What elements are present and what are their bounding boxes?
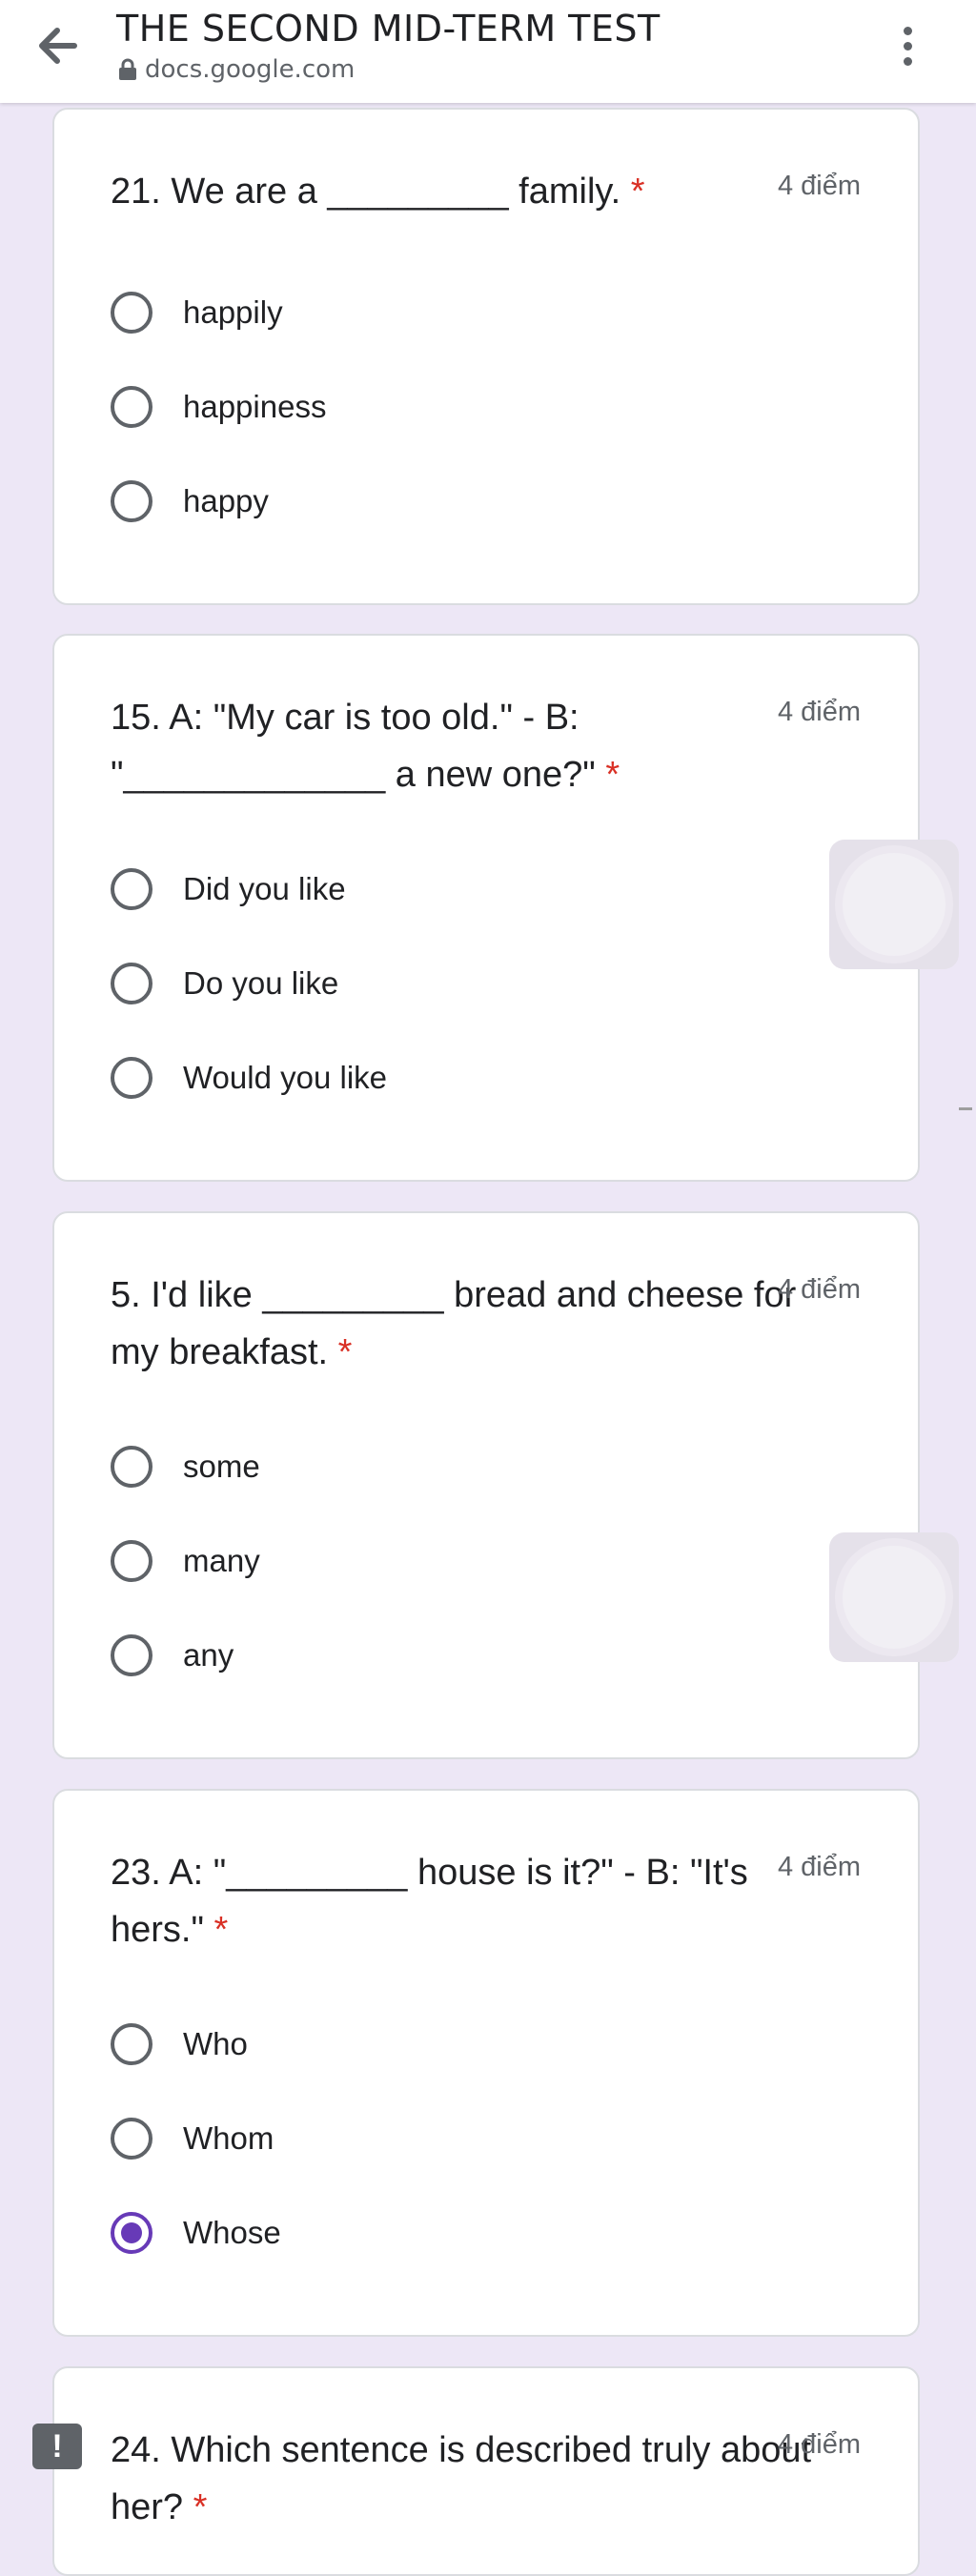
url-display: docs.google.com <box>118 55 355 84</box>
question-card: 15. A: "My car is too old." - B: "______… <box>52 634 920 1182</box>
required-marker: * <box>605 755 620 795</box>
choice-label: any <box>183 1637 234 1673</box>
back-button[interactable] <box>27 19 88 72</box>
required-marker: * <box>214 1910 229 1950</box>
question-title: 21. We are a _________ family. * <box>111 172 645 212</box>
radio-button[interactable] <box>111 2118 152 2160</box>
arrow-back-icon <box>39 28 77 64</box>
url-text: docs.google.com <box>145 55 356 84</box>
choice-option[interactable]: Did you like <box>111 861 346 918</box>
question-points: 4 điểm <box>777 1852 861 1882</box>
more-vert-icon <box>903 26 912 35</box>
radio-button[interactable] <box>111 963 152 1004</box>
choice-option-selected[interactable]: Whose <box>111 2204 281 2262</box>
app-bar: THE SECOND MID-TERM TEST docs.google.com <box>0 0 976 103</box>
choice-label: Who <box>183 2026 248 2061</box>
required-marker: * <box>193 2487 208 2527</box>
choice-label: happy <box>183 483 269 518</box>
choice-label: Whom <box>183 2120 274 2156</box>
radio-button[interactable] <box>111 386 152 428</box>
radio-button[interactable] <box>111 1540 152 1582</box>
more-options-button[interactable] <box>881 19 934 72</box>
question-card: 21. We are a _________ family. * 4 điểm … <box>52 108 920 605</box>
floating-action-button[interactable] <box>829 1532 959 1662</box>
choice-option[interactable]: happily <box>111 284 283 341</box>
choice-option[interactable]: Whom <box>111 2110 274 2167</box>
report-icon[interactable]: ! <box>32 2424 82 2469</box>
required-marker: * <box>337 1332 353 1372</box>
radio-button[interactable] <box>111 1634 152 1676</box>
choice-label: happily <box>183 294 283 330</box>
radio-button[interactable] <box>111 1446 152 1488</box>
choice-option[interactable]: Who <box>111 2016 248 2073</box>
question-points: 4 điểm <box>777 171 861 201</box>
question-points: 4 điểm <box>777 2429 861 2460</box>
choice-option[interactable]: happiness <box>111 378 326 436</box>
radio-button[interactable] <box>111 868 152 910</box>
choice-label: some <box>183 1449 260 1484</box>
scroll-indicator <box>959 1107 972 1110</box>
question-card: 24. Which sentence is described truly ab… <box>52 2366 920 2576</box>
question-card: 23. A: "_________ house is it?" - B: "It… <box>52 1789 920 2337</box>
radio-button[interactable] <box>111 292 152 334</box>
circle-icon <box>843 1546 946 1649</box>
choice-option[interactable]: any <box>111 1627 234 1684</box>
question-title: 15. A: "My car is too old." - B: "______… <box>111 698 620 795</box>
choice-option[interactable]: Would you like <box>111 1049 387 1106</box>
required-marker: * <box>630 172 645 212</box>
choice-option[interactable]: many <box>111 1532 260 1590</box>
radio-button[interactable] <box>111 2023 152 2065</box>
page-title: THE SECOND MID-TERM TEST <box>116 8 661 50</box>
choice-option[interactable]: Do you like <box>111 955 338 1012</box>
choice-label: Do you like <box>183 965 339 1001</box>
choice-label: Did you like <box>183 871 346 906</box>
radio-button-checked[interactable] <box>111 2212 152 2254</box>
question-title: 24. Which sentence is described truly ab… <box>111 2430 812 2527</box>
choice-label: happiness <box>183 389 327 424</box>
circle-icon <box>843 853 946 956</box>
radio-button[interactable] <box>111 480 152 522</box>
choice-label: Whose <box>183 2215 281 2250</box>
question-points: 4 điểm <box>777 697 861 727</box>
question-title: 23. A: "_________ house is it?" - B: "It… <box>111 1853 748 1950</box>
question-title: 5. I'd like _________ bread and cheese f… <box>111 1275 797 1372</box>
choice-option[interactable]: happy <box>111 473 269 530</box>
lock-icon <box>119 58 136 80</box>
choice-label: many <box>183 1543 260 1578</box>
choice-label: Would you like <box>183 1060 388 1095</box>
floating-action-button[interactable] <box>829 840 959 969</box>
question-card: 5. I'd like _________ bread and cheese f… <box>52 1211 920 1759</box>
radio-button[interactable] <box>111 1057 152 1099</box>
question-points: 4 điểm <box>777 1274 861 1305</box>
choice-option[interactable]: some <box>111 1438 260 1495</box>
